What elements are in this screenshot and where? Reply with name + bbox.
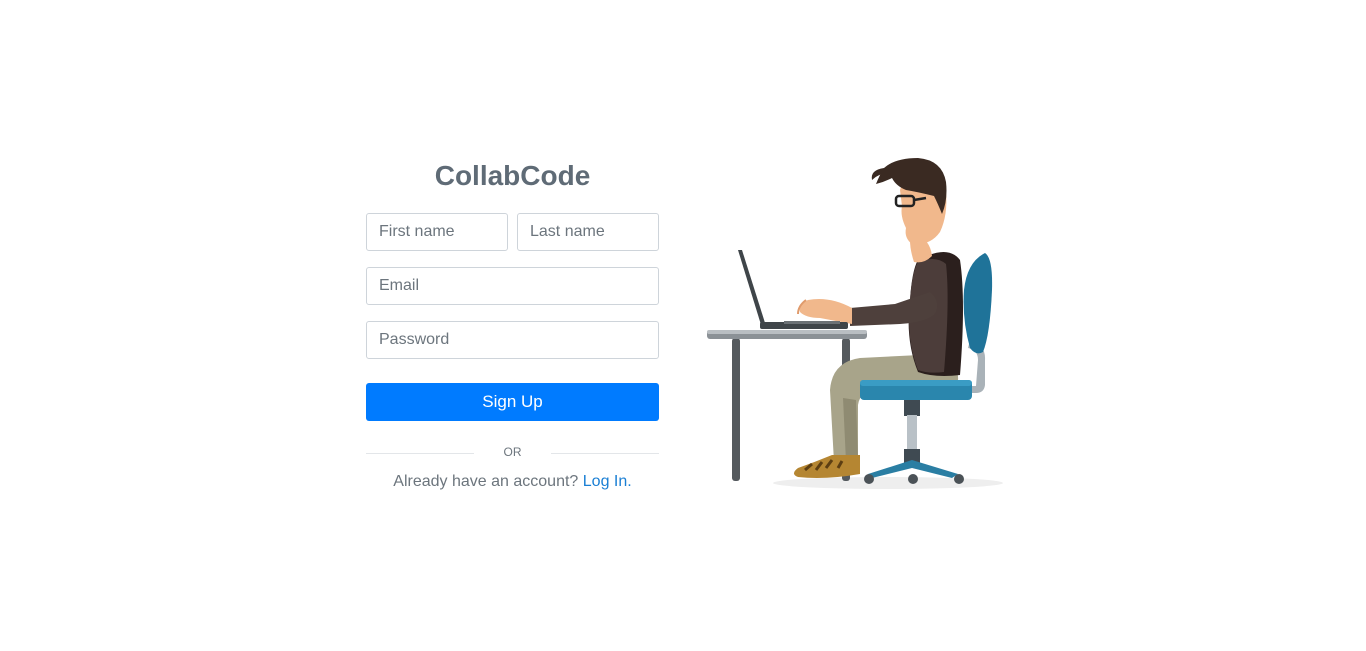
chair-wheel [864,474,874,484]
desk-top-highlight [707,330,867,334]
sign-up-button[interactable]: Sign Up [366,383,659,421]
hand [799,299,852,324]
log-in-link[interactable]: Log In. [583,473,632,490]
login-prompt-row: Already have an account? Log In. [366,473,659,491]
divider-line-right [551,453,659,454]
person-at-laptop-illustration [707,158,1003,489]
desk-leg-left [732,338,740,481]
chair-column-top [904,398,920,416]
chair-column [907,415,917,451]
first-name-input[interactable] [366,213,508,251]
or-label: OR [503,445,522,459]
signup-form: CollabCode Sign Up OR Already have an ac… [366,150,659,491]
email-input[interactable] [366,267,659,305]
laptop-screen [738,250,766,328]
chair-back [963,253,993,354]
last-name-input[interactable] [517,213,659,251]
laptop-keys [784,321,840,324]
app-title: CollabCode [434,160,591,191]
chair-wheel [908,474,918,484]
floor-shadow [773,477,1003,489]
password-input[interactable] [366,321,659,359]
chair-wheel [954,474,964,484]
or-divider: OR [366,442,659,460]
name-fields-row [366,213,659,251]
signup-page: CollabCode Sign Up OR Already have an ac… [0,0,1366,651]
chair-seat-top [860,380,972,386]
login-prompt-text: Already have an account? [393,473,579,490]
